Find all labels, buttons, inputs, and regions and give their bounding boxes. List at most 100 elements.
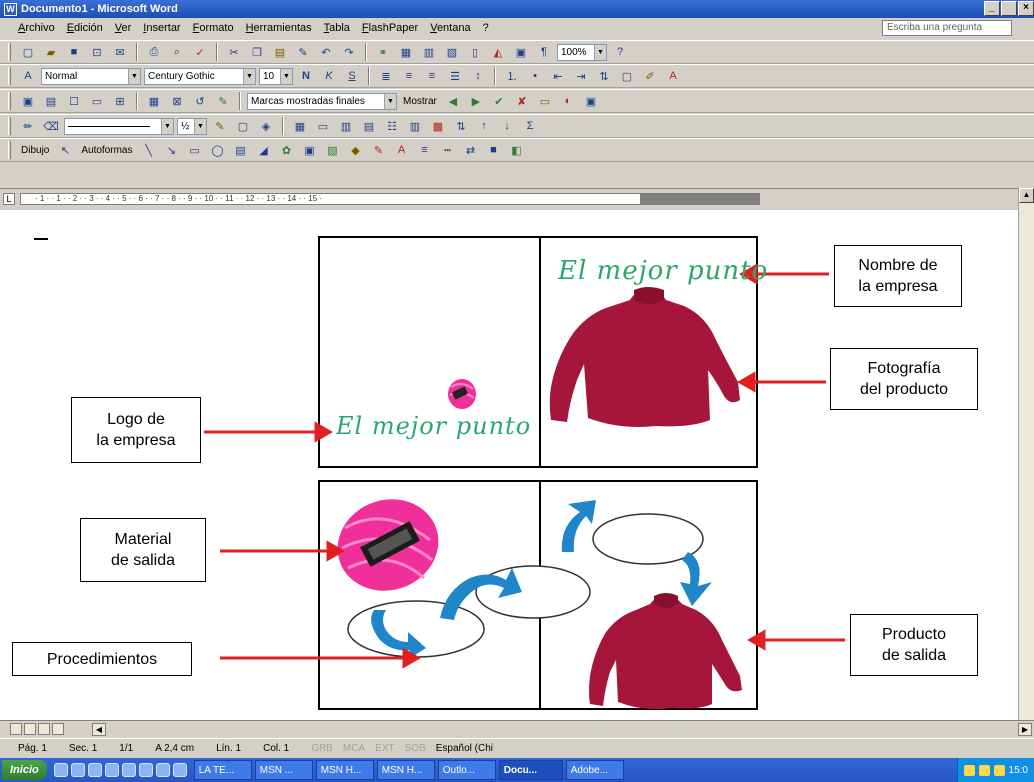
decrease-indent-icon[interactable]: ⇤ [548, 67, 568, 85]
arrow-style-icon[interactable]: ⇄ [461, 141, 481, 159]
chevron-down-icon[interactable]: ▼ [243, 68, 255, 84]
reviewing-pane-icon[interactable]: ▣ [581, 92, 601, 110]
split-cells-icon[interactable]: ▥ [336, 117, 356, 135]
quick-launch-icon[interactable] [155, 763, 170, 777]
insert-comment-icon[interactable]: ▭ [535, 92, 555, 110]
taskbar-button[interactable]: MSN ... [254, 760, 313, 780]
check-box-field-icon[interactable]: ☐ [64, 92, 84, 110]
start-button[interactable]: Inicio [2, 760, 47, 780]
quick-launch-icon[interactable] [104, 763, 119, 777]
save-icon[interactable]: ■ [64, 43, 84, 61]
insert-table-icon[interactable]: ▦ [144, 92, 164, 110]
insert-picture-icon[interactable]: ▨ [323, 141, 343, 159]
toolbar-grip[interactable] [8, 141, 11, 159]
columns-icon[interactable]: ▯ [465, 43, 485, 61]
diagram-icon[interactable]: ✿ [277, 141, 297, 159]
shadow-style-icon[interactable]: ■ [484, 141, 504, 159]
document-map-icon[interactable]: ▣ [511, 43, 531, 61]
font-select[interactable]: Century Gothic ▼ [144, 67, 256, 85]
rectangle-tool-icon[interactable]: ▭ [185, 141, 205, 159]
quick-launch-icon[interactable] [172, 763, 187, 777]
horizontal-scrollbar[interactable]: ◀ ▶ [0, 720, 1034, 738]
line-tool-icon[interactable]: ╲ [139, 141, 159, 159]
close-button[interactable]: × [1018, 1, 1034, 16]
display-for-review-select[interactable]: Marcas mostradas finales ▼ [247, 92, 397, 110]
maximize-button[interactable] [1001, 1, 1017, 16]
show-menu-button[interactable]: Mostrar [400, 96, 440, 107]
protect-form-icon[interactable]: ⊠ [167, 92, 187, 110]
copy-icon[interactable]: ❐ [247, 43, 267, 61]
font-color-icon[interactable]: A [392, 141, 412, 159]
scroll-up-icon[interactable]: ▲ [1019, 188, 1034, 203]
fill-color-icon[interactable]: ◆ [346, 141, 366, 159]
autoshapes-menu-button[interactable]: Autoformas [78, 145, 135, 156]
tray-icon[interactable] [993, 764, 1005, 776]
status-sob[interactable]: SOB [405, 743, 426, 754]
chevron-down-icon[interactable]: ▼ [161, 118, 173, 134]
underline-button[interactable]: S [342, 67, 362, 85]
taskbar-button[interactable]: Adobe... [565, 760, 624, 780]
menu-formato[interactable]: Formato [193, 22, 234, 34]
chevron-down-icon[interactable]: ▼ [194, 118, 206, 134]
permission-icon[interactable]: ⊡ [87, 43, 107, 61]
insert-excel-icon[interactable]: ▧ [442, 43, 462, 61]
email-icon[interactable]: ✉ [110, 43, 130, 61]
ask-question-input[interactable]: Escriba una pregunta [882, 20, 1012, 36]
new-document-icon[interactable]: ▢ [18, 43, 38, 61]
previous-change-icon[interactable]: ◀ [443, 92, 463, 110]
line-spacing-icon[interactable]: ↕ [468, 67, 488, 85]
align-center-icon[interactable]: ≡ [399, 67, 419, 85]
drawing-menu-button[interactable]: Dibujo [18, 145, 52, 156]
justify-icon[interactable]: ☰ [445, 67, 465, 85]
sort-descending-icon[interactable]: ↓ [497, 117, 517, 135]
next-change-icon[interactable]: ▶ [466, 92, 486, 110]
oval-tool-icon[interactable]: ◯ [208, 141, 228, 159]
menu-tabla[interactable]: Tabla [324, 22, 350, 34]
spelling-icon[interactable]: ✓ [190, 43, 210, 61]
menu-archivo[interactable]: Archivo [18, 22, 55, 34]
taskbar-button-active[interactable]: Docu... [498, 760, 563, 780]
hyperlink-icon[interactable]: ⚭ [373, 43, 393, 61]
distribute-rows-icon[interactable]: ☷ [382, 117, 402, 135]
print-icon[interactable]: ⎙ [144, 43, 164, 61]
table-autoformat-icon[interactable]: ▩ [428, 117, 448, 135]
text-box-icon[interactable]: ▤ [231, 141, 251, 159]
outline-view-icon[interactable] [52, 723, 64, 735]
quick-launch-icon[interactable] [70, 763, 85, 777]
status-grb[interactable]: GRB [311, 743, 333, 754]
scroll-right-icon[interactable]: ▶ [1018, 723, 1032, 736]
clip-art-icon[interactable]: ▣ [300, 141, 320, 159]
border-color-icon[interactable]: ✎ [210, 117, 230, 135]
highlight-icon[interactable]: ✐ [640, 67, 660, 85]
line-color-icon[interactable]: ✎ [369, 141, 389, 159]
minimize-button[interactable]: _ [984, 1, 1000, 16]
line-weight-select[interactable]: ½ ▼ [177, 117, 207, 135]
reset-fields-icon[interactable]: ↺ [190, 92, 210, 110]
scroll-left-icon[interactable]: ◀ [92, 723, 106, 736]
eraser-icon[interactable]: ⌫ [41, 117, 61, 135]
zoom-select[interactable]: 100% ▼ [557, 43, 607, 61]
quick-launch-icon[interactable] [87, 763, 102, 777]
taskbar-button[interactable]: LA TE... [193, 760, 252, 780]
print-preview-icon[interactable]: ⌕ [167, 43, 187, 61]
wordart-icon[interactable]: ◢ [254, 141, 274, 159]
line-style-icon[interactable]: ≡ [415, 141, 435, 159]
highlight-changes-icon[interactable]: ◐ [558, 92, 578, 110]
menu-edicion[interactable]: Edición [67, 22, 103, 34]
font-size-select[interactable]: 10 ▼ [259, 67, 293, 85]
menu-flashpaper[interactable]: FlashPaper [362, 22, 418, 34]
chevron-down-icon[interactable]: ▼ [128, 68, 140, 84]
autosum-icon[interactable]: Σ [520, 117, 540, 135]
status-ext[interactable]: EXT [375, 743, 394, 754]
quick-launch-icon[interactable] [121, 763, 136, 777]
print-layout-icon[interactable] [38, 723, 50, 735]
quick-launch-icon[interactable] [138, 763, 153, 777]
distribute-columns-icon[interactable]: ▥ [405, 117, 425, 135]
cut-icon[interactable]: ✂ [224, 43, 244, 61]
bold-button[interactable]: N [296, 67, 316, 85]
3d-style-icon[interactable]: ◧ [507, 141, 527, 159]
select-objects-icon[interactable]: ↖ [55, 141, 75, 159]
line-style-select[interactable]: ▼ [64, 117, 174, 135]
arrow-tool-icon[interactable]: ↘ [162, 141, 182, 159]
status-language[interactable]: Español (Chi [436, 743, 493, 754]
